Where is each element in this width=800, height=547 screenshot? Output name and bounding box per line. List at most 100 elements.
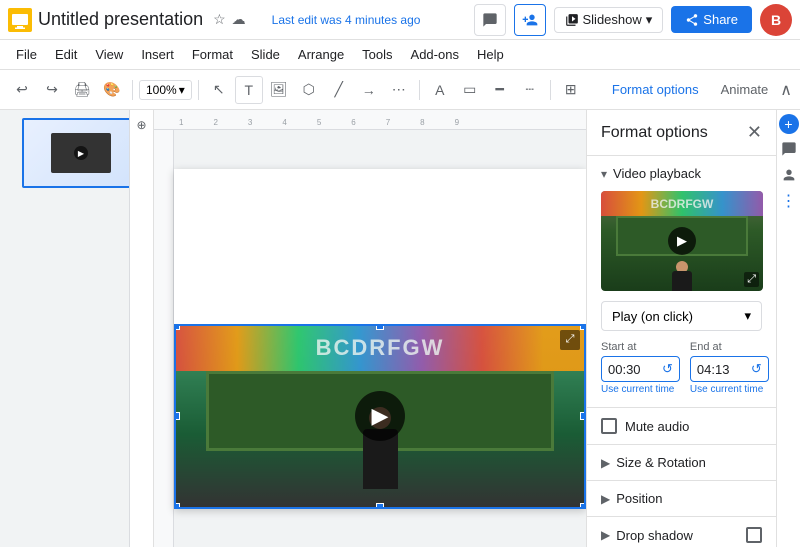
mute-audio-label: Mute audio — [625, 419, 689, 434]
resize-handle-bm[interactable] — [376, 503, 384, 509]
start-time-label: Start at — [601, 341, 680, 353]
end-time-input[interactable] — [697, 362, 747, 377]
toolbar-border-dash[interactable]: ┄ — [516, 76, 544, 104]
toolbar-textbox[interactable]: T — [235, 76, 263, 104]
menu-arrange[interactable]: Arrange — [290, 44, 352, 65]
format-options-button[interactable]: Format options — [602, 78, 709, 101]
toolbar-paint-format[interactable]: 🎨 — [98, 76, 126, 104]
drop-shadow-title: Drop shadow — [616, 528, 740, 543]
cloud-icon[interactable]: ☁ — [232, 11, 246, 28]
last-edit[interactable]: Last edit was 4 minutes ago — [272, 13, 421, 27]
left-tool-guides[interactable]: ⊕ — [131, 114, 153, 136]
toolbar-divider-2 — [198, 80, 199, 100]
drop-shadow-chevron: ▶ — [601, 528, 610, 542]
video-expand-icon[interactable]: ⤢ — [560, 330, 580, 350]
video-playback-header[interactable]: ▾ Video playback — [587, 156, 776, 191]
menu-help[interactable]: Help — [469, 44, 512, 65]
menu-addons[interactable]: Add-ons — [403, 44, 467, 65]
right-tool-person[interactable] — [778, 164, 800, 186]
share-button[interactable]: Share — [671, 6, 752, 33]
menu-file[interactable]: File — [8, 44, 45, 65]
video-play-button[interactable]: ▶ — [355, 391, 405, 441]
resize-handle-bl[interactable] — [174, 503, 180, 509]
menu-format[interactable]: Format — [184, 44, 241, 65]
end-time-refresh-icon[interactable]: ↺ — [751, 361, 762, 377]
presentation-title[interactable]: Untitled presentation — [38, 9, 203, 30]
video-playback-section: ▾ Video playback BCDRFGW ▶ ⤢ P — [587, 156, 776, 408]
menu-edit[interactable]: Edit — [47, 44, 85, 65]
zoom-select[interactable]: 100% ▾ — [139, 80, 192, 100]
slideshow-button[interactable]: Slideshow ▾ — [554, 7, 664, 33]
toolbar-border-weight[interactable]: ━ — [486, 76, 514, 104]
size-rotation-section[interactable]: ▶ Size & Rotation — [587, 445, 776, 481]
start-time-refresh-icon[interactable]: ↺ — [662, 361, 673, 377]
toolbar-border-color[interactable]: ▭ — [456, 76, 484, 104]
toolbar: ↩ ↪ 🖨 🎨 100% ▾ ↖ T 🖼 ⬡ ╱ → ⋯ A ▭ ━ ┄ ⊞ F… — [0, 70, 800, 110]
resize-handle-tr[interactable] — [580, 324, 586, 330]
toolbar-divider-1 — [132, 80, 133, 100]
right-tool-add[interactable]: + — [779, 114, 799, 134]
ruler-horizontal: 1 2 3 4 5 6 7 8 9 — [154, 110, 586, 130]
toolbar-arrange[interactable]: ⊞ — [557, 76, 585, 104]
size-rotation-chevron: ▶ — [601, 456, 610, 470]
title-bar-right: Slideshow ▾ Share B — [474, 4, 793, 36]
resize-handle-tl[interactable] — [174, 324, 180, 330]
title-bar: Untitled presentation ☆ ☁ Last edit was … — [0, 0, 800, 40]
slide-thumb-video: ▶ — [51, 133, 111, 173]
chat-button[interactable] — [474, 4, 506, 36]
toolbar-line[interactable]: ╱ — [325, 76, 353, 104]
format-panel-close-button[interactable]: ✕ — [747, 122, 762, 143]
time-fields: Start at ↺ Use current time End at ↺ — [601, 341, 762, 395]
end-use-current[interactable]: Use current time — [690, 384, 769, 395]
toolbar-cursor[interactable]: ↖ — [205, 76, 233, 104]
toolbar-redo[interactable]: ↪ — [38, 76, 66, 104]
slide-canvas[interactable]: BCDRFGW ▶ ⤢ — [174, 169, 586, 509]
add-people-button[interactable] — [514, 4, 546, 36]
menu-tools[interactable]: Tools — [354, 44, 400, 65]
right-tools: + ⋮ — [776, 110, 800, 547]
toolbar-print[interactable]: 🖨 — [68, 76, 96, 104]
video-element[interactable]: BCDRFGW ▶ ⤢ — [174, 324, 586, 509]
toolbar-undo[interactable]: ↩ — [8, 76, 36, 104]
main-area: 1 ▶ ⊕ 1 2 3 4 5 6 7 8 9 — [0, 110, 800, 547]
right-tool-comment[interactable] — [778, 138, 800, 160]
toolbar-more-shapes[interactable]: ⋯ — [385, 76, 413, 104]
canvas-area[interactable]: 1 2 3 4 5 6 7 8 9 BCDRFGW — [154, 110, 586, 547]
mute-audio-checkbox[interactable] — [601, 418, 617, 434]
right-tool-more[interactable]: ⋮ — [778, 190, 800, 212]
toolbar-bg-color[interactable]: A — [426, 76, 454, 104]
preview-expand-icon[interactable]: ⤢ — [744, 272, 759, 287]
start-time-input[interactable] — [608, 362, 658, 377]
drop-shadow-checkbox[interactable] — [746, 527, 762, 543]
slide-thumbnail-1[interactable]: ▶ — [22, 118, 130, 188]
resize-handle-mr[interactable] — [580, 412, 586, 420]
video-banner: BCDRFGW — [176, 326, 584, 371]
play-trigger-select[interactable]: Play (on click) ▾ — [601, 301, 762, 331]
user-avatar[interactable]: B — [760, 4, 792, 36]
slide-top-area — [174, 169, 586, 324]
slideshow-dropdown-icon[interactable]: ▾ — [646, 12, 653, 28]
resize-handle-tm[interactable] — [376, 324, 384, 330]
position-section[interactable]: ▶ Position — [587, 481, 776, 517]
format-video-preview[interactable]: BCDRFGW ▶ ⤢ — [601, 191, 763, 291]
toolbar-shapes[interactable]: ⬡ — [295, 76, 323, 104]
start-time-field: Start at ↺ Use current time — [601, 341, 680, 395]
menu-slide[interactable]: Slide — [243, 44, 288, 65]
position-title: Position — [616, 491, 762, 506]
start-time-input-wrap: ↺ — [601, 356, 680, 382]
animate-button[interactable]: Animate — [711, 78, 779, 101]
star-icon[interactable]: ☆ — [213, 11, 226, 28]
preview-person-body — [672, 271, 692, 291]
menu-view[interactable]: View — [87, 44, 131, 65]
menu-insert[interactable]: Insert — [133, 44, 182, 65]
ruler-vertical — [154, 130, 174, 547]
toolbar-collapse-icon[interactable]: ∧ — [780, 80, 792, 100]
toolbar-image[interactable]: 🖼 — [265, 76, 293, 104]
preview-play-button[interactable]: ▶ — [668, 227, 696, 255]
resize-handle-br[interactable] — [580, 503, 586, 509]
toolbar-arrow-line[interactable]: → — [355, 76, 383, 104]
play-trigger-chevron: ▾ — [744, 308, 751, 324]
resize-handle-ml[interactable] — [174, 412, 180, 420]
drop-shadow-section[interactable]: ▶ Drop shadow — [587, 517, 776, 547]
start-use-current[interactable]: Use current time — [601, 384, 680, 395]
